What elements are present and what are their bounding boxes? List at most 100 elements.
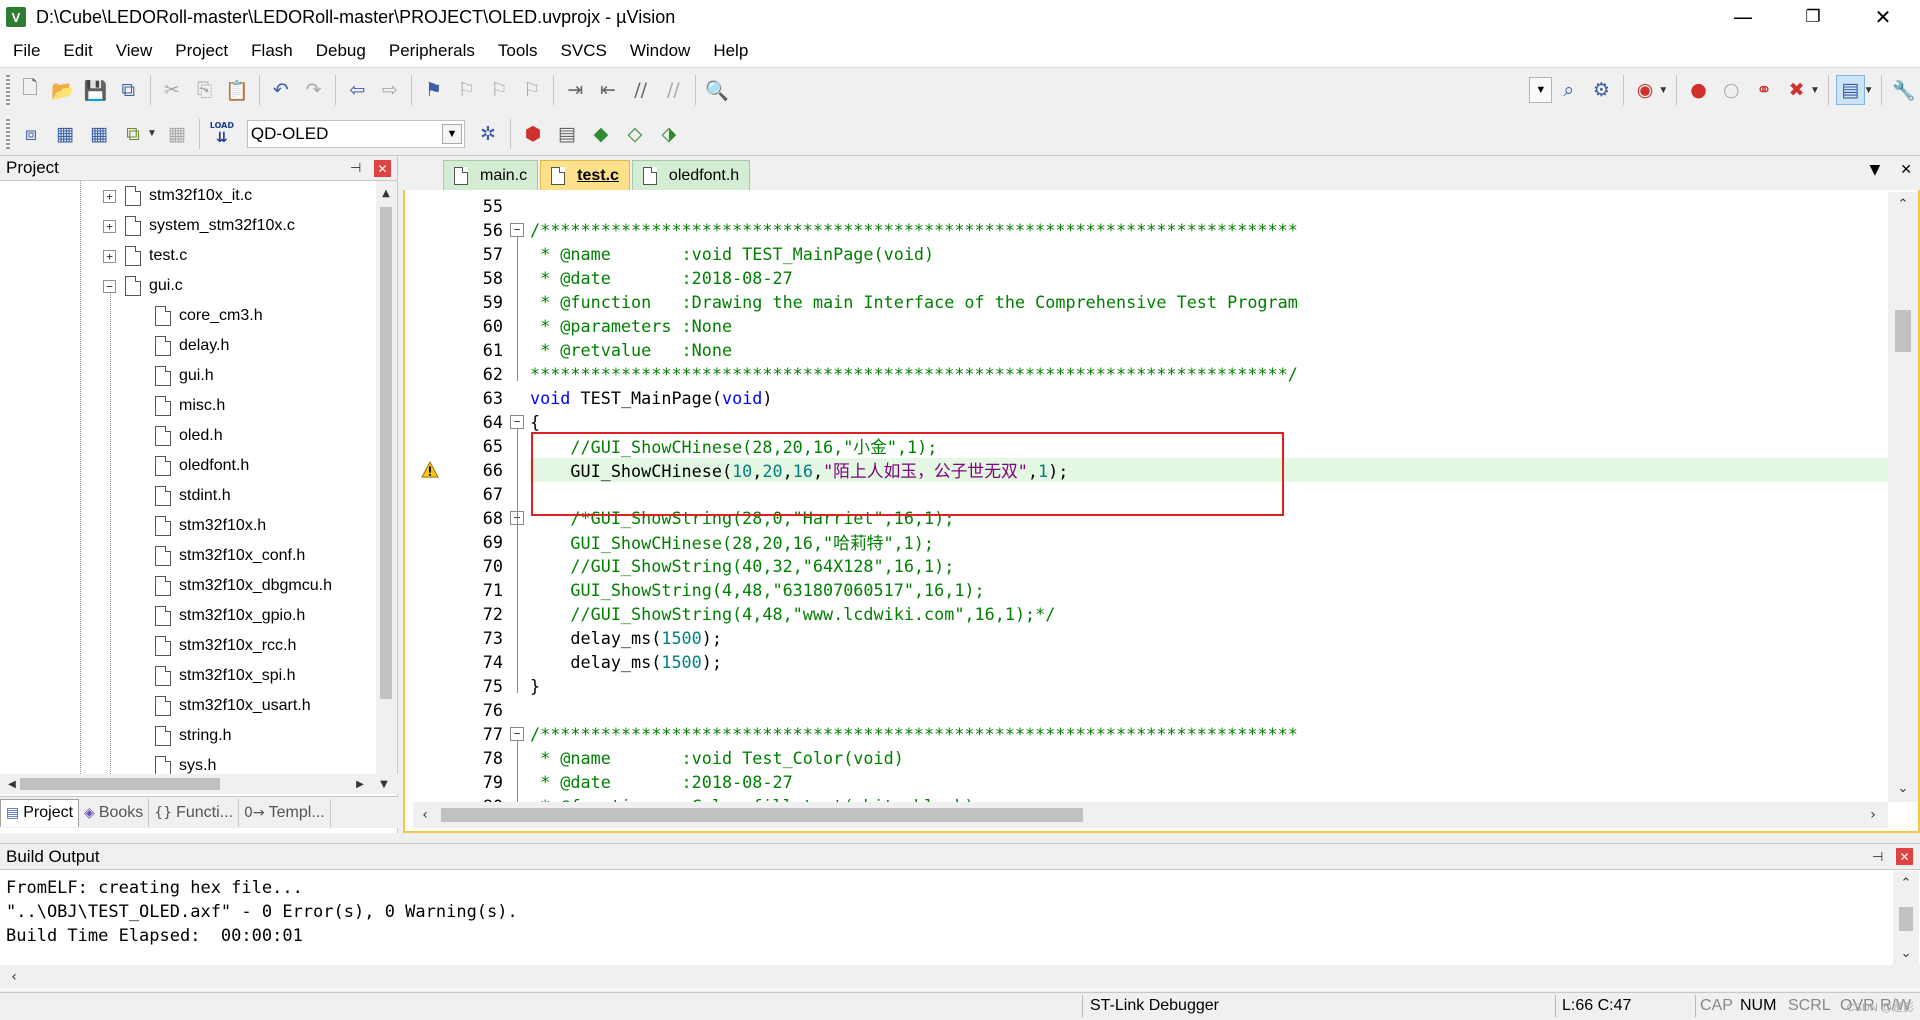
tab-functions[interactable]: {} Functi...	[149, 798, 240, 827]
editor-vertical-scrollbar[interactable]: ⌃ ⌄	[1888, 192, 1918, 802]
select-software-packs-icon[interactable]: ▤	[552, 119, 582, 149]
project-horizontal-scrollbar[interactable]: ◀ ▶ ▼	[0, 774, 398, 794]
menu-flash[interactable]: Flash	[238, 41, 303, 61]
tab-templates[interactable]: 0→ Templ...	[239, 798, 331, 827]
insert-bookmark-icon[interactable]: ⚑	[419, 75, 448, 105]
chevron-down-icon[interactable]: ▼	[147, 128, 157, 139]
scroll-thumb[interactable]	[1895, 310, 1911, 352]
batch-build-icon[interactable]: ⧉	[118, 119, 148, 149]
navigate-forward-icon[interactable]: ⇨	[376, 75, 405, 105]
menu-view[interactable]: View	[103, 41, 163, 61]
build-icon[interactable]: ▦	[50, 119, 80, 149]
menu-project[interactable]: Project	[162, 41, 238, 61]
menu-svcs[interactable]: SVCS	[548, 41, 617, 61]
paste-icon[interactable]: 📋	[223, 75, 252, 105]
code-line[interactable]: 62 **************************************…	[413, 362, 1888, 386]
code-line[interactable]: 59 * @function :Drawing the main Interfa…	[413, 290, 1888, 314]
code-line[interactable]: 56−/************************************…	[413, 218, 1888, 242]
tree-item[interactable]: + system_stm32f10x.c	[103, 211, 295, 241]
close-panel-button[interactable]: ✕	[374, 160, 391, 177]
code-line[interactable]: 64−{	[413, 410, 1888, 434]
tab-oledfont-h[interactable]: oledfont.h	[631, 160, 751, 190]
browse-icon[interactable]: ⚙	[1587, 75, 1616, 105]
navigate-back-icon[interactable]: ⇦	[343, 75, 372, 105]
code-line[interactable]: 72 //GUI_ShowString(4,48,"www.lcdwiki.co…	[413, 602, 1888, 626]
open-file-icon[interactable]: 📂	[49, 75, 78, 105]
tree-item[interactable]: stm32f10x_rcc.h	[155, 631, 296, 661]
tree-item[interactable]: sys.h	[155, 751, 216, 774]
fold-collapse-icon[interactable]: −	[510, 223, 524, 237]
indent-icon[interactable]: ⇥	[561, 75, 590, 105]
chevron-down-icon[interactable]: ▼	[1658, 85, 1668, 96]
unindent-icon[interactable]: ⇤	[594, 75, 623, 105]
debug-session-icon[interactable]: ◉	[1631, 75, 1660, 105]
scroll-thumb[interactable]	[20, 778, 220, 790]
disable-breakpoint-icon[interactable]: ○	[1717, 75, 1746, 105]
code-line[interactable]: 60 * @parameters :None	[413, 314, 1888, 338]
window-layout-icon[interactable]: ▤	[1835, 75, 1865, 105]
previous-bookmark-icon[interactable]: ⚐	[452, 75, 481, 105]
tree-item[interactable]: core_cm3.h	[155, 301, 263, 331]
pack-installer-icon[interactable]: ◇	[620, 119, 650, 149]
scroll-thumb[interactable]	[380, 207, 392, 699]
rebuild-icon[interactable]: ▦	[84, 119, 114, 149]
build-horizontal-scrollbar[interactable]: ‹	[0, 965, 1920, 989]
scroll-down-icon[interactable]: ⌄	[1893, 778, 1913, 798]
code-line[interactable]: 78 * @name :void Test_Color(void)	[413, 746, 1888, 770]
tab-books[interactable]: ◈ Books	[79, 798, 150, 827]
expand-icon[interactable]: +	[103, 189, 116, 203]
tree-item[interactable]: string.h	[155, 721, 231, 751]
pin-icon[interactable]: ⊣	[350, 160, 361, 176]
breakpoint-icon[interactable]: ●	[1684, 75, 1713, 105]
scroll-up-icon[interactable]: ⌃	[1893, 194, 1913, 214]
build-vertical-scrollbar[interactable]: ⌃ ⌄	[1893, 871, 1919, 965]
chevron-down-icon[interactable]: ▼	[1810, 85, 1820, 96]
download-icon[interactable]: LOAD ⇊	[207, 119, 237, 149]
code-line[interactable]: 79 * @date :2018-08-27	[413, 770, 1888, 794]
multi-project-icon[interactable]: ⬗	[654, 119, 684, 149]
tab-test-c[interactable]: test.c	[540, 160, 630, 190]
code-line[interactable]: 70 //GUI_ShowString(40,32,"64X128",16,1)…	[413, 554, 1888, 578]
close-panel-button[interactable]: ✕	[1896, 848, 1913, 865]
cut-icon[interactable]: ✂	[158, 75, 187, 105]
chevron-down-icon[interactable]: ▼	[441, 123, 462, 144]
menu-tools[interactable]: Tools	[485, 41, 548, 61]
close-window-button[interactable]: ✕	[1854, 0, 1912, 34]
code-line[interactable]: 74 delay_ms(1500);	[413, 650, 1888, 674]
target-select[interactable]: QD-OLED ▼	[246, 119, 465, 148]
find-in-files-icon[interactable]: 🔍	[703, 75, 732, 105]
scroll-down-icon[interactable]: ⌄	[1896, 943, 1916, 963]
tab-project[interactable]: ▤ Project	[0, 798, 80, 827]
menu-debug[interactable]: Debug	[303, 41, 376, 61]
code-line[interactable]: 61 * @retvalue :None	[413, 338, 1888, 362]
tree-item[interactable]: delay.h	[155, 331, 229, 361]
expand-icon[interactable]: +	[103, 249, 116, 263]
tree-item[interactable]: stm32f10x_dbgmcu.h	[155, 571, 332, 601]
disable-all-breakpoints-icon[interactable]: ⚭	[1750, 75, 1779, 105]
stop-build-icon[interactable]: ▦	[162, 119, 192, 149]
translate-icon[interactable]: ⧈	[16, 119, 46, 149]
chevron-down-icon[interactable]: ▼	[1864, 85, 1874, 96]
menu-window[interactable]: Window	[617, 41, 700, 61]
kill-all-breakpoints-icon[interactable]: ✖	[1782, 75, 1811, 105]
code-line[interactable]: 71 GUI_ShowString(4,48,"631807060517",16…	[413, 578, 1888, 602]
clear-bookmarks-icon[interactable]: ⚐	[517, 75, 546, 105]
copy-icon[interactable]: ⎘	[190, 75, 219, 105]
new-file-icon[interactable]: 🗋	[16, 75, 45, 105]
save-icon[interactable]: 💾	[81, 75, 110, 105]
fold-collapse-icon[interactable]: −	[510, 727, 524, 741]
scroll-right-icon[interactable]: ›	[1863, 805, 1883, 825]
tree-item[interactable]: oledfont.h	[155, 451, 249, 481]
scroll-left-icon[interactable]: ‹	[415, 805, 435, 825]
expand-icon[interactable]: +	[103, 219, 116, 233]
redo-icon[interactable]: ↷	[299, 75, 328, 105]
code-line[interactable]: 63 void TEST_MainPage(void)	[413, 386, 1888, 410]
code-line[interactable]: 69 GUI_ShowCHinese(28,20,16,"哈莉特",1);	[413, 530, 1888, 554]
menu-edit[interactable]: Edit	[50, 41, 102, 61]
collapse-icon[interactable]: −	[103, 279, 116, 293]
menu-file[interactable]: File	[0, 41, 50, 61]
toolbar-grip[interactable]	[6, 118, 10, 149]
pin-icon[interactable]: ⊣	[1872, 849, 1883, 865]
tree-item[interactable]: oled.h	[155, 421, 223, 451]
code-line[interactable]: 80 * @function :Color fill test(white,bl…	[413, 794, 1888, 802]
